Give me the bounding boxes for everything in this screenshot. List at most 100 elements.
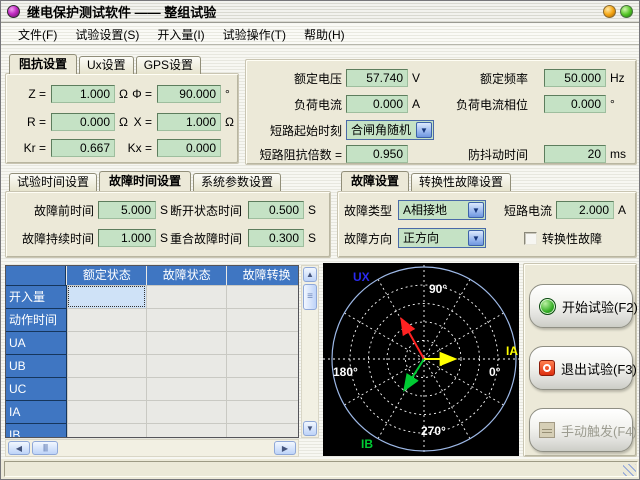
scroll-left-icon[interactable]: [8, 441, 30, 455]
table-row: UA: [6, 331, 299, 354]
vertical-scrollbar[interactable]: [301, 265, 319, 438]
table-cell[interactable]: [67, 400, 147, 423]
table-row: 开入量: [6, 285, 299, 308]
table-cell[interactable]: [226, 400, 299, 423]
short-start-label: 短路起始时刻: [248, 122, 342, 139]
chevron-down-icon[interactable]: [468, 202, 484, 218]
phi-input[interactable]: 90.000: [157, 85, 221, 103]
tab-impedance-settings[interactable]: 阻抗设置: [9, 54, 77, 74]
debounce-unit: ms: [610, 147, 626, 161]
table-cell[interactable]: [146, 400, 226, 423]
status-panel: [4, 461, 638, 477]
exit-test-button[interactable]: 退出试验(F3): [529, 346, 633, 390]
kx-input[interactable]: 0.000: [157, 139, 221, 157]
r-input[interactable]: 0.000: [51, 113, 115, 131]
fault-direction-select[interactable]: 正方向: [398, 228, 486, 248]
column-header-fault-state[interactable]: 故障状态: [146, 266, 226, 285]
column-header-fault-convert[interactable]: 故障转换: [226, 266, 299, 285]
time-panel: 故障前时间 5.000 S 断开状态时间 0.500 S 故障持续时间 1.00…: [5, 191, 331, 258]
x-input[interactable]: 1.000: [157, 113, 221, 131]
kr-input[interactable]: 0.667: [51, 139, 115, 157]
manual-trigger-button[interactable]: 手动触发(F4): [529, 408, 633, 452]
open-state-time-input[interactable]: 0.500: [248, 201, 304, 219]
start-test-button[interactable]: 开始试验(F2): [529, 284, 633, 328]
fault-duration-input[interactable]: 1.000: [98, 229, 156, 247]
table-cell[interactable]: [67, 377, 147, 400]
table-cell[interactable]: [146, 354, 226, 377]
tab-test-time-settings[interactable]: 试验时间设置: [9, 173, 97, 191]
vertical-scroll-thumb[interactable]: [303, 284, 317, 310]
tab-convert-fault-settings[interactable]: 转换性故障设置: [411, 173, 511, 191]
row-header: UC: [6, 377, 67, 400]
scroll-right-icon[interactable]: [274, 441, 296, 455]
fault-direction-label: 故障方向: [344, 230, 392, 247]
menu-file[interactable]: 文件(F): [9, 24, 66, 45]
reclose-fault-time-label: 重合故障时间: [168, 230, 242, 247]
reclose-fault-time-input[interactable]: 0.300: [248, 229, 304, 247]
close-button[interactable]: [620, 5, 633, 18]
rated-voltage-input[interactable]: 57.740: [346, 69, 408, 87]
menu-test-operation[interactable]: 试验操作(T): [214, 24, 295, 45]
table-cell[interactable]: [226, 354, 299, 377]
table-cell-selected[interactable]: [67, 285, 147, 308]
menu-help[interactable]: 帮助(H): [295, 24, 354, 45]
kr-label: Kr =: [14, 141, 46, 155]
table-cell[interactable]: [226, 377, 299, 400]
phi-label: Φ =: [118, 87, 152, 101]
table-cell[interactable]: [67, 423, 147, 438]
table-cell[interactable]: [226, 285, 299, 308]
window-title: 继电保护测试软件 —— 整组试验: [27, 2, 216, 21]
horizontal-scroll-thumb[interactable]: [32, 441, 58, 455]
table-row: UB: [6, 354, 299, 377]
tab-fault-time-settings[interactable]: 故障时间设置: [99, 171, 191, 191]
tab-gps-settings[interactable]: GPS设置: [136, 56, 201, 74]
chevron-down-icon[interactable]: [468, 230, 484, 246]
tab-system-param-settings[interactable]: 系统参数设置: [193, 173, 281, 191]
minimize-button[interactable]: [603, 5, 616, 18]
rated-frequency-input[interactable]: 50.000: [544, 69, 606, 87]
menu-input-quantity[interactable]: 开入量(I): [148, 24, 213, 45]
load-current-input[interactable]: 0.000: [346, 95, 408, 113]
table-cell[interactable]: [146, 285, 226, 308]
load-phase-input[interactable]: 0.000: [544, 95, 606, 113]
chevron-down-icon[interactable]: [416, 122, 432, 138]
scroll-up-icon[interactable]: [303, 267, 317, 282]
pre-fault-time-input[interactable]: 5.000: [98, 201, 156, 219]
table-cell[interactable]: [146, 331, 226, 354]
z-multiple-input[interactable]: 0.950: [346, 145, 408, 163]
resize-grip-icon[interactable]: [623, 464, 636, 476]
row-header: UA: [6, 331, 67, 354]
tab-fault-settings[interactable]: 故障设置: [341, 171, 409, 191]
table-cell[interactable]: [146, 423, 226, 438]
rated-voltage-label: 额定电压: [248, 70, 342, 87]
table-cell[interactable]: [67, 331, 147, 354]
short-current-input[interactable]: 2.000: [556, 201, 614, 219]
column-header-rated-state[interactable]: 额定状态: [66, 266, 146, 285]
start-test-label: 开始试验(F2): [562, 297, 638, 316]
r-label: R =: [14, 115, 46, 129]
table-cell[interactable]: [226, 308, 299, 331]
short-current-unit: A: [618, 203, 626, 217]
reclose-fault-time-unit: S: [308, 231, 316, 245]
table-cell[interactable]: [67, 354, 147, 377]
short-start-select[interactable]: 合闸角随机: [346, 120, 434, 140]
menu-test-settings[interactable]: 试验设置(S): [66, 24, 148, 45]
table-cell[interactable]: [67, 308, 147, 331]
convert-fault-checkbox[interactable]: [524, 232, 537, 245]
debounce-input[interactable]: 20: [544, 145, 606, 163]
fault-duration-unit: S: [160, 231, 168, 245]
table-cell[interactable]: [146, 308, 226, 331]
horizontal-scrollbar[interactable]: [5, 439, 299, 457]
short-start-value: 合闸角随机: [347, 121, 415, 139]
z-input[interactable]: 1.000: [51, 85, 115, 103]
table-cell[interactable]: [226, 423, 299, 438]
table-cell[interactable]: [226, 331, 299, 354]
convert-fault-label: 转换性故障: [542, 230, 602, 247]
fault-type-select[interactable]: A相接地: [398, 200, 486, 220]
fault-direction-value: 正方向: [399, 229, 467, 247]
table-cell[interactable]: [146, 377, 226, 400]
rating-panel: 额定电压 57.740 V 额定频率 50.000 Hz 负荷电流 0.000 …: [245, 59, 637, 165]
tab-ux-settings[interactable]: Ux设置: [79, 56, 134, 74]
scroll-down-icon[interactable]: [303, 421, 317, 436]
fault-panel: 故障类型 A相接地 短路电流 2.000 A 故障方向 正方向 转换性故障: [337, 191, 637, 258]
